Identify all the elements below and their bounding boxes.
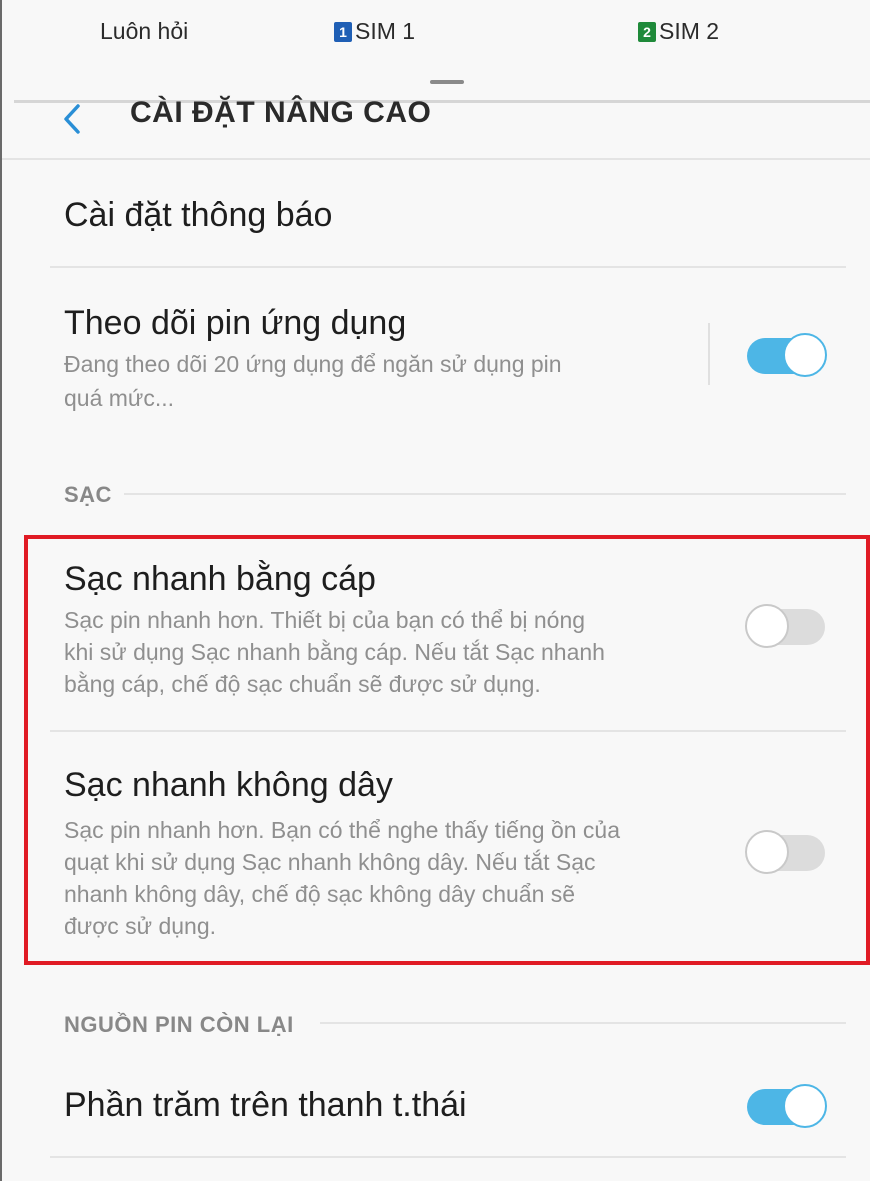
section-divider — [124, 493, 846, 495]
app-battery-monitor-title: Theo dõi pin ứng dụng — [64, 304, 407, 342]
sim2-label: SIM 2 — [659, 18, 720, 44]
divider — [50, 1156, 846, 1158]
sim1-icon: 1 — [334, 21, 352, 42]
app-battery-monitor-toggle[interactable] — [747, 333, 827, 379]
app-battery-monitor-subtitle-line2: quá mức... — [64, 385, 174, 411]
section-header-charging: SẠC — [64, 482, 112, 507]
toggle-separator — [708, 323, 710, 385]
settings-screen: Luôn hỏi 1 SIM 1 2 SIM 2 CÀI ĐẶT NÂNG CA… — [0, 0, 870, 1181]
sim1-option[interactable]: 1 SIM 1 — [334, 18, 415, 45]
percent-status-bar-item[interactable]: Phần trăm trên thanh t.thái — [2, 1060, 870, 1156]
percent-status-bar-title: Phần trăm trên thanh t.thái — [64, 1086, 467, 1124]
drag-handle[interactable] — [430, 80, 464, 84]
section-header-remaining-power: NGUỒN PIN CÒN LẠI — [64, 1012, 294, 1037]
page-title: CÀI ĐẶT NÂNG CAO — [130, 96, 432, 129]
sim1-label: SIM 1 — [355, 18, 416, 44]
always-ask-option[interactable]: Luôn hỏi — [100, 18, 188, 45]
sim2-option[interactable]: 2 SIM 2 — [638, 18, 719, 45]
notification-settings-item[interactable]: Cài đặt thông báo — [2, 160, 870, 266]
sim-selector-bar: Luôn hỏi 1 SIM 1 2 SIM 2 — [2, 0, 870, 72]
section-divider — [320, 1022, 846, 1024]
percent-status-bar-toggle[interactable] — [747, 1084, 827, 1130]
app-header: CÀI ĐẶT NÂNG CAO — [2, 92, 870, 140]
chevron-left-icon[interactable] — [58, 102, 86, 136]
always-ask-label: Luôn hỏi — [100, 18, 189, 44]
highlight-frame — [24, 535, 870, 965]
app-battery-monitor-subtitle-line1: Đang theo dõi 20 ứng dụng để ngăn sử dụn… — [64, 351, 562, 377]
notification-settings-title: Cài đặt thông báo — [64, 196, 333, 234]
sim2-icon: 2 — [638, 21, 656, 42]
app-battery-monitor-item[interactable]: Theo dõi pin ứng dụng Đang theo dõi 20 ứ… — [2, 268, 702, 438]
